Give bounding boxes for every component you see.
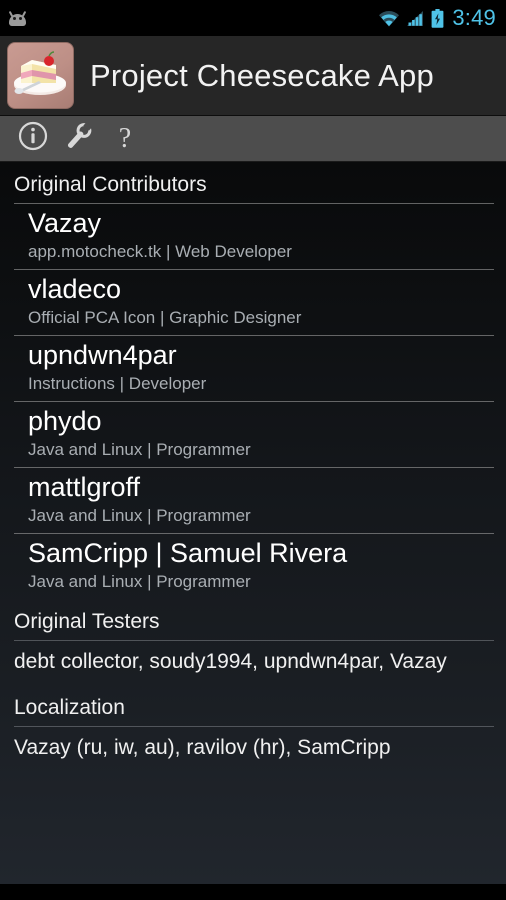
recents-button[interactable]: [355, 892, 435, 900]
cell-signal-icon: [406, 10, 425, 27]
testers-text: debt collector, soudy1994, upndwn4par, V…: [14, 650, 447, 674]
contributor-name: vladeco: [28, 274, 122, 305]
divider: [14, 640, 494, 642]
contributor-name: upndwn4par: [28, 340, 177, 371]
list-item[interactable]: Vazay app.motocheck.tk | Web Developer: [0, 204, 506, 269]
contributor-role: Official PCA Icon | Graphic Designer: [28, 308, 302, 327]
section-header: Original Testers: [14, 609, 160, 633]
status-bar-system-icons: 3:49: [378, 7, 496, 29]
list-item[interactable]: upndwn4par Instructions | Developer: [0, 336, 506, 401]
contributor-role: Java and Linux | Programmer: [28, 439, 251, 459]
wifi-icon: [378, 10, 400, 27]
credits-list[interactable]: Original Contributors Vazay app.motochec…: [0, 162, 506, 884]
contributor-name: Vazay: [28, 208, 102, 239]
navigation-bar: [0, 884, 506, 900]
cheesecake-slice-icon: [7, 42, 74, 109]
info-button[interactable]: [10, 117, 56, 161]
contributor-role: Java and Linux | Programmer: [28, 505, 251, 525]
section-header: Localization: [14, 696, 125, 720]
list-item[interactable]: SamCripp | Samuel Rivera Java and Linux …: [0, 534, 506, 599]
help-button[interactable]: ?: [102, 117, 148, 161]
home-button[interactable]: [213, 892, 293, 900]
contributor-name: SamCripp | Samuel Rivera: [28, 537, 348, 568]
list-item[interactable]: phydo Java and Linux | Programmer: [0, 402, 506, 467]
android-screen: 3:49 Project Cheesecake App ? Original C…: [0, 0, 506, 900]
contributor-role: app.motocheck.tk | Web Developer: [28, 242, 292, 262]
divider: [14, 726, 494, 728]
status-bar: 3:49: [0, 0, 506, 36]
list-item[interactable]: vladeco Official PCA Icon | Graphic Desi…: [0, 270, 506, 335]
settings-button[interactable]: [56, 117, 102, 161]
localization-text: Vazay (ru, iw, au), ravilov (hr), SamCri…: [14, 736, 391, 760]
contributor-name: mattlgroff: [28, 472, 141, 502]
page-title: Project Cheesecake App: [90, 57, 434, 93]
back-button[interactable]: [71, 892, 151, 900]
contributor-role: Instructions | Developer: [28, 373, 207, 393]
action-bar: Project Cheesecake App: [0, 36, 506, 116]
section-header: Original Contributors: [14, 173, 207, 196]
status-bar-notifications: [7, 10, 28, 26]
wrench-icon: [62, 119, 96, 158]
status-bar-clock: 3:49: [452, 5, 496, 30]
list-item[interactable]: mattlgroff Java and Linux | Programmer: [0, 468, 506, 533]
info-icon: [17, 120, 49, 157]
battery-charging-icon: [431, 8, 444, 28]
contributor-name: phydo: [28, 406, 102, 437]
android-robot-icon: [7, 10, 28, 26]
contributor-role: Java and Linux | Programmer: [28, 571, 251, 591]
help-icon: ?: [118, 122, 132, 154]
icon-toolbar: ?: [0, 116, 506, 162]
